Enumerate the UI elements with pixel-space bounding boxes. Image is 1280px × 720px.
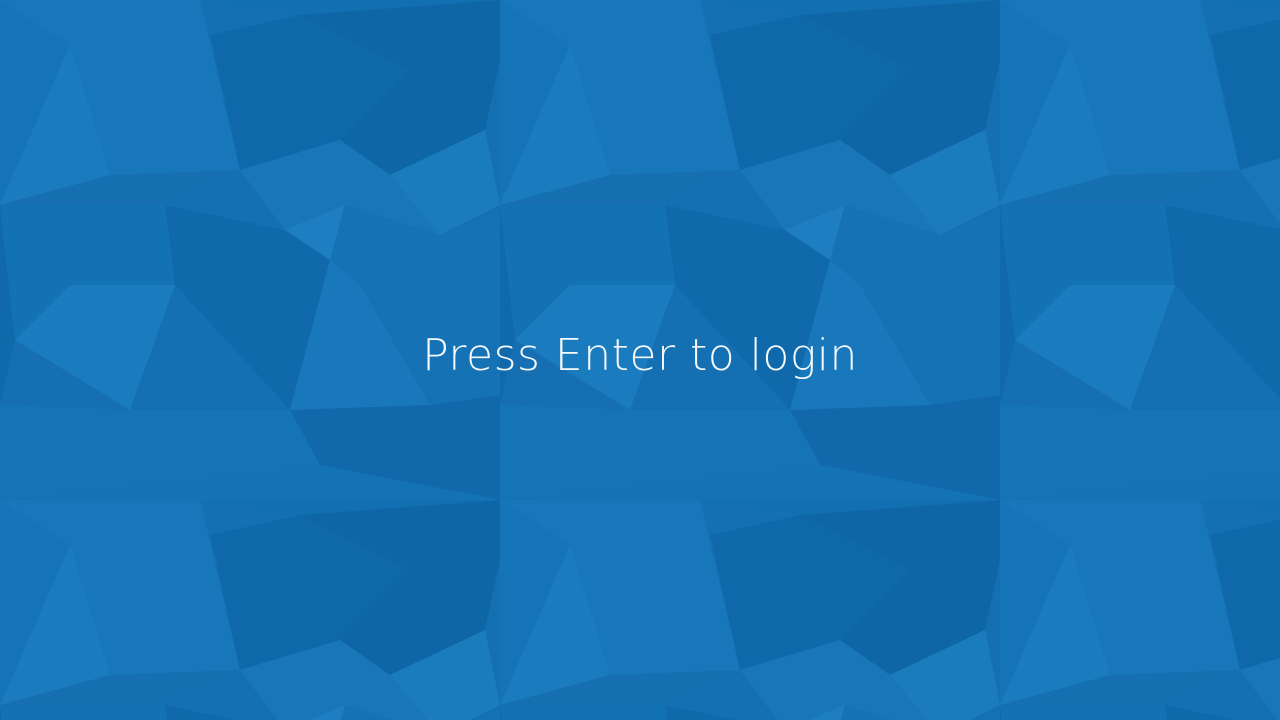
login-prompt-text: Press Enter to login xyxy=(422,330,858,381)
login-screen[interactable]: Press Enter to login xyxy=(0,0,1280,720)
